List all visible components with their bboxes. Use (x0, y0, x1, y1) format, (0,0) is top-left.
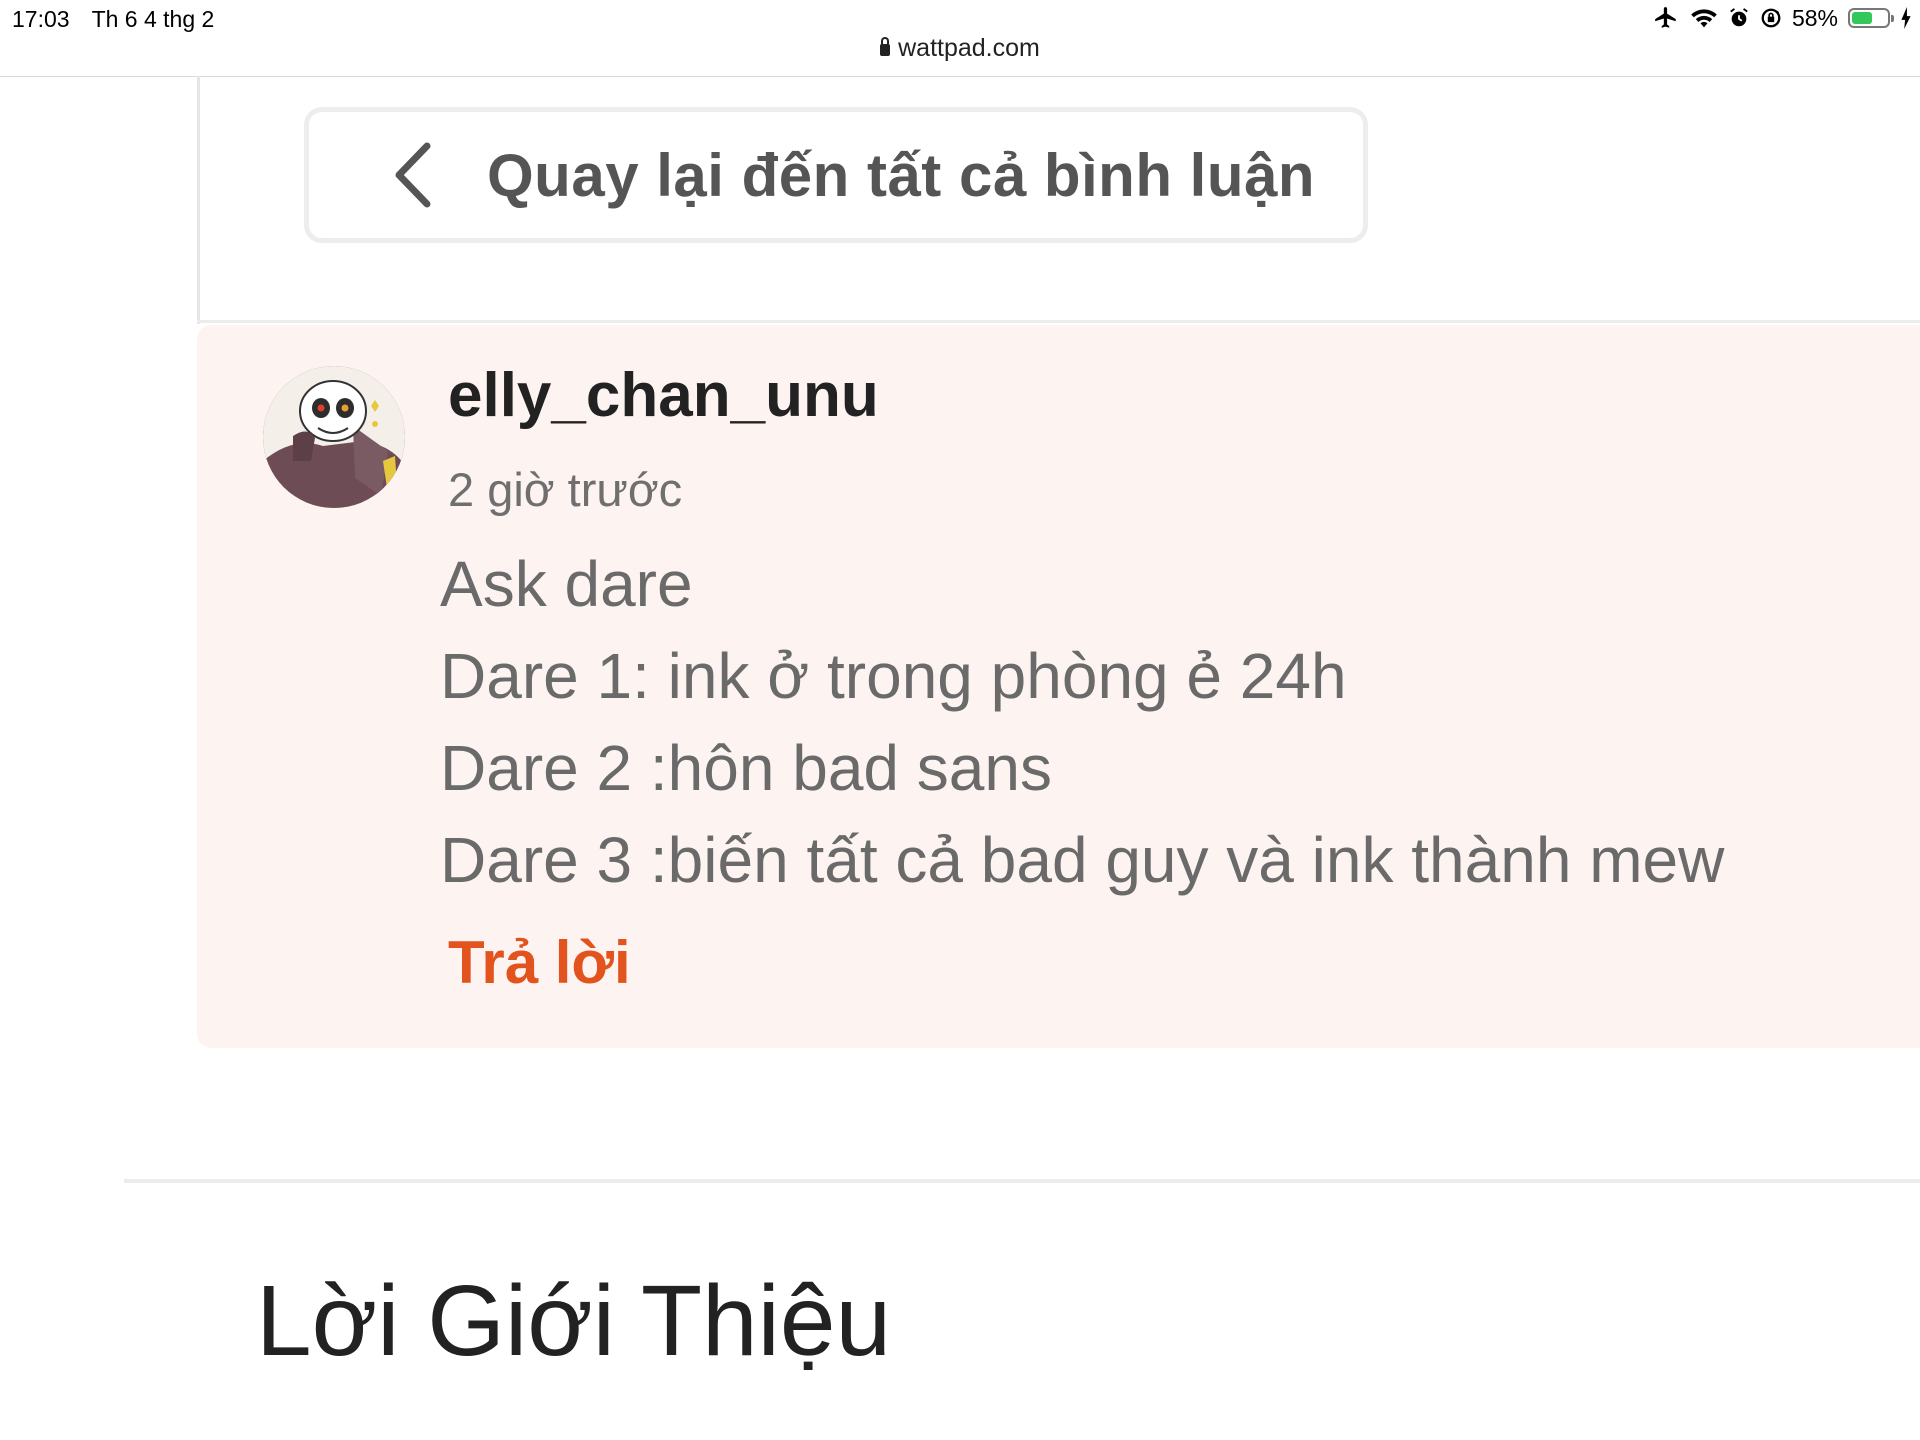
comment-line: Dare 1: ink ở trong phòng ẻ 24h (440, 640, 1347, 712)
back-button-label: Quay lại đến tất cả bình luận (487, 141, 1315, 209)
status-time: 17:03 (12, 6, 70, 32)
comment-line: Ask dare (440, 548, 693, 620)
divider (197, 320, 1920, 323)
url-text: wattpad.com (898, 34, 1040, 62)
airplane-icon (1652, 4, 1680, 32)
comment-line: Dare 3 :biến tất cả bad guy và ink thành… (440, 824, 1725, 896)
battery-percent: 58% (1791, 4, 1838, 31)
lock-icon (880, 37, 891, 56)
section-title: Lời Giới Thiệu (256, 1265, 892, 1377)
status-left: 17:03 Th 6 4 thg 2 (12, 6, 214, 33)
status-right: 58% (1652, 4, 1912, 32)
comment-line: Dare 2 :hôn bad sans (440, 732, 1052, 804)
battery-level (1852, 12, 1872, 24)
status-bar: 17:03 Th 6 4 thg 2 wattpad.com 58% (0, 0, 1920, 77)
content-border (197, 76, 200, 324)
address-bar[interactable]: wattpad.com (0, 34, 1920, 63)
comment-username[interactable]: elly_chan_unu (448, 360, 879, 431)
wifi-icon (1690, 4, 1718, 32)
reply-button[interactable]: Trả lời (448, 928, 631, 997)
avatar[interactable] (263, 366, 405, 508)
back-to-all-comments-button[interactable]: Quay lại đến tất cả bình luận (304, 107, 1368, 243)
chevron-left-icon (391, 139, 443, 211)
status-date: Th 6 4 thg 2 (91, 6, 215, 32)
alarm-icon (1728, 4, 1750, 32)
section-divider (124, 1179, 1920, 1183)
comment-text: Ask dare Dare 1: ink ở trong phòng ẻ 24h… (440, 538, 1724, 906)
charging-icon (1900, 4, 1912, 32)
rotation-lock-icon (1760, 4, 1782, 32)
comment-timestamp: 2 giờ trước (448, 463, 683, 516)
battery-icon (1848, 8, 1894, 28)
